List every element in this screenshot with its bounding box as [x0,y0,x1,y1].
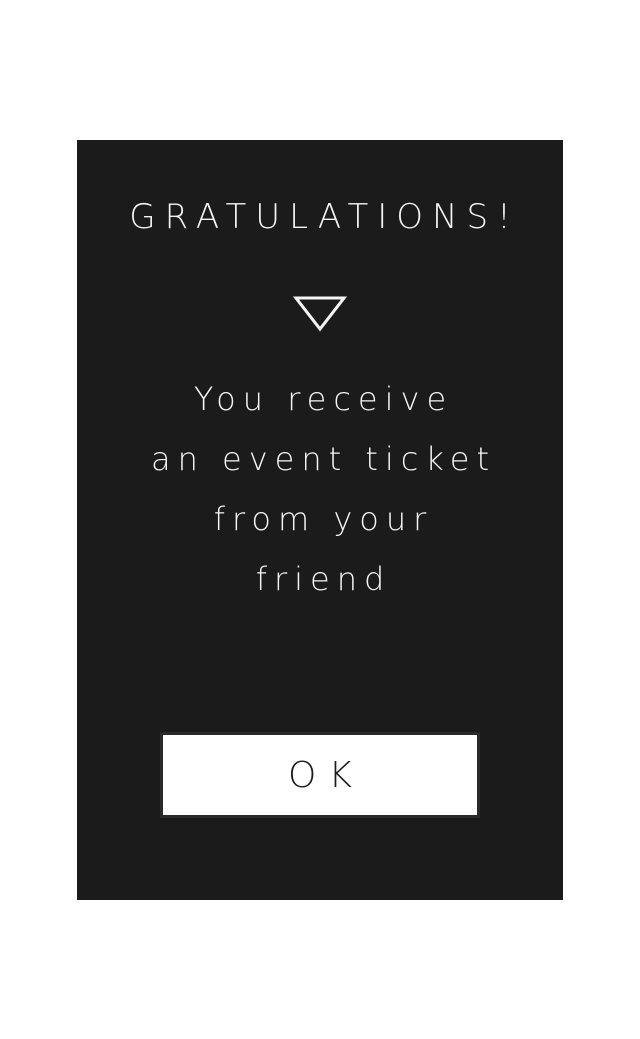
message-line: You receive [193,380,454,418]
dialog-title: GRATULATIONS! [129,197,520,237]
page: GRATULATIONS! You receive an event ticke… [0,0,640,1039]
triangle-down-icon [293,296,347,332]
gratulations-dialog: GRATULATIONS! You receive an event ticke… [77,140,563,900]
ok-button[interactable]: OK [159,731,481,819]
message-line: from your [213,500,434,538]
message-line: an event ticket [150,440,497,478]
dialog-message: You receive an event ticket from your fr… [77,369,563,609]
ok-button-label: OK [288,754,364,796]
message-line: friend [255,560,392,598]
